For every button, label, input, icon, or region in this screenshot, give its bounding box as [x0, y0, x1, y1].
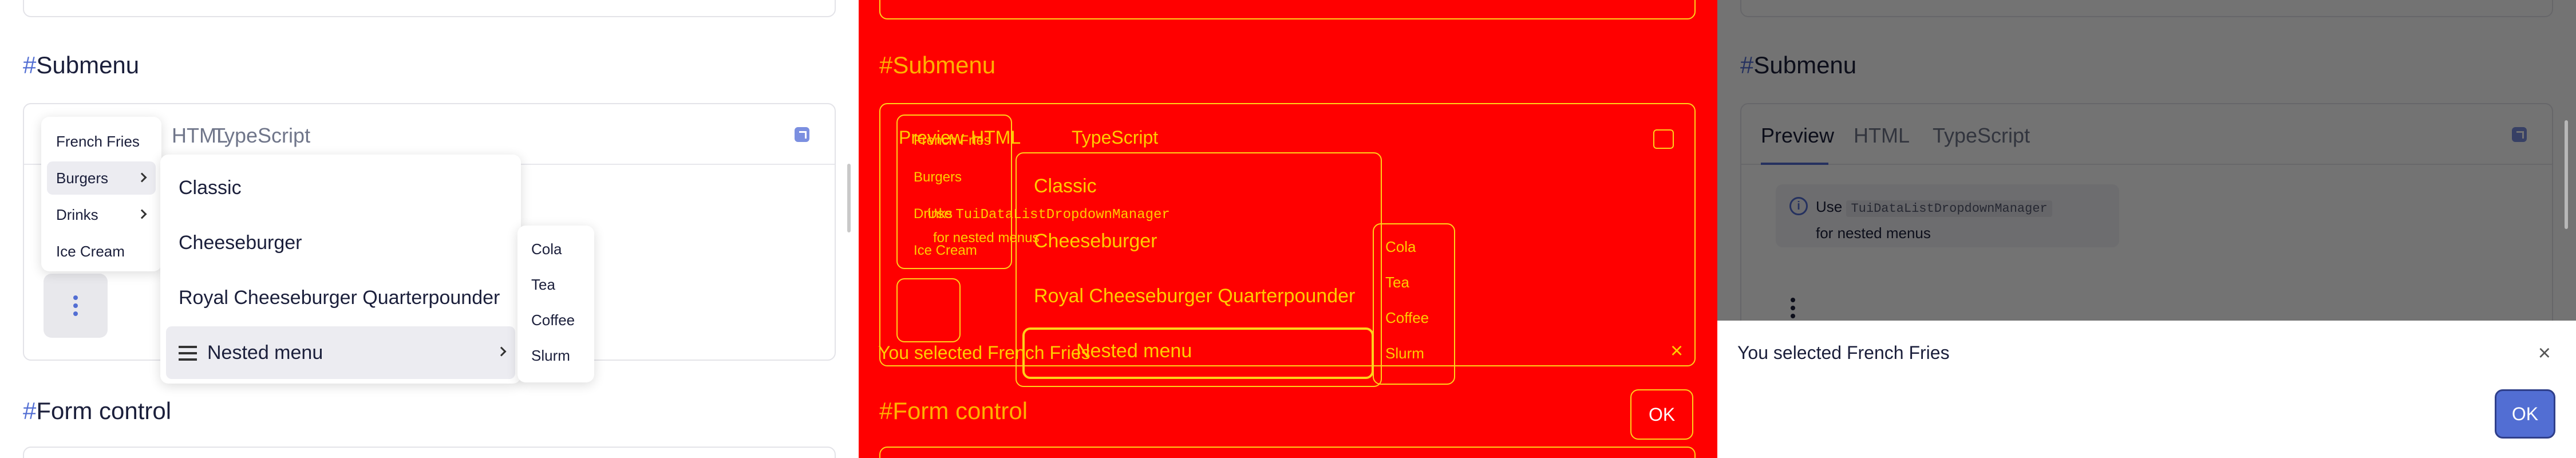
modal-backdrop — [1717, 0, 2576, 321]
menu-item-nested-menu[interactable]: Nested menu — [166, 326, 515, 379]
chevron-right-icon — [137, 172, 147, 183]
overlay-toast-text: You selected French Fries — [878, 342, 1091, 363]
menu-item-french-fries[interactable]: French Fries — [47, 125, 156, 158]
overlay-ok-label: OK — [1649, 404, 1676, 425]
previous-demo-card — [23, 0, 836, 17]
overlay-tab-typescript[interactable]: TypeScript — [1072, 127, 1158, 148]
ok-button[interactable]: OK — [2495, 389, 2555, 439]
menu-item-cheeseburger[interactable]: Cheeseburger — [166, 216, 515, 269]
menu-item-ice-cream[interactable]: Ice Cream — [47, 235, 156, 268]
panel-overlay: #Submenu Preview HTML TypeScript French … — [859, 0, 1717, 458]
overlay-menu-item-royal[interactable]: Royal Cheeseburger Quarterpounder — [1034, 285, 1355, 307]
next-demo-card — [23, 447, 836, 458]
overlay-menu-item-nested[interactable]: Nested menu — [1076, 340, 1192, 362]
overlay-menu-item-cola[interactable]: Cola — [1385, 238, 1416, 256]
more-vertical-icon — [73, 303, 78, 308]
scrollbar[interactable] — [2565, 120, 2568, 229]
overlay-open-external-icon[interactable] — [1653, 129, 1674, 149]
menu-icon — [179, 346, 197, 348]
close-icon[interactable]: × — [2538, 341, 2551, 366]
overlay-menu-item-tea[interactable]: Tea — [1385, 274, 1409, 291]
open-external-icon[interactable] — [795, 127, 809, 142]
overlay-more-button[interactable] — [896, 278, 961, 342]
overlay-top-card — [879, 0, 1696, 19]
overlay-bottom-card — [879, 447, 1696, 458]
submenu-heading: #Submenu — [23, 52, 140, 78]
overlay-menu-item-coffee[interactable]: Coffee — [1385, 309, 1429, 327]
notification-bar — [1717, 321, 2576, 458]
overlay-menu-item-cheeseburger[interactable]: Cheeseburger — [1034, 230, 1157, 252]
scrollbar[interactable] — [847, 164, 851, 232]
chevron-right-icon — [137, 209, 147, 219]
overlay-toast-close[interactable]: × — [1670, 339, 1683, 364]
menu-item-burgers[interactable]: Burgers — [47, 161, 156, 195]
menu-item-drinks[interactable]: Drinks — [47, 198, 156, 231]
panel-dimmed: #Submenu Preview HTML TypeScript i Use T… — [1717, 0, 2576, 458]
menu-level1: French Fries Burgers Drinks Ice Cream — [41, 117, 161, 271]
overlay-submenu-heading: #Submenu — [879, 52, 996, 78]
tab-typescript[interactable]: TypeScript — [213, 124, 310, 148]
menu-item-cola[interactable]: Cola — [523, 231, 588, 267]
overlay-menu-item-french-fries[interactable]: French Fries — [914, 133, 991, 149]
menu-item-tea[interactable]: Tea — [523, 267, 588, 302]
menu-item-royal-cheeseburger[interactable]: Royal Cheeseburger Quarterpounder — [166, 271, 515, 324]
notification-message: You selected French Fries — [1737, 342, 1950, 363]
menu-drinks: Cola Tea Coffee Slurm — [517, 226, 594, 382]
menu-burgers: Classic Cheeseburger Royal Cheeseburger … — [160, 155, 521, 384]
overlay-menu-item-classic[interactable]: Classic — [1034, 175, 1097, 198]
form-control-heading: #Form control — [23, 397, 172, 424]
menu-item-coffee[interactable]: Coffee — [523, 302, 588, 338]
more-menu-button[interactable] — [44, 274, 108, 338]
panel-normal: #Submenu Preview HTML TypeScript French … — [0, 0, 859, 458]
overlay-menu-item-burgers[interactable]: Burgers — [914, 169, 962, 185]
chevron-right-icon — [496, 346, 507, 357]
menu-item-slurm[interactable]: Slurm — [523, 338, 588, 373]
overlay-menu-item-slurm[interactable]: Slurm — [1385, 345, 1424, 362]
overlay-form-control-heading: #Form control — [879, 397, 1028, 424]
menu-item-classic[interactable]: Classic — [166, 161, 515, 214]
